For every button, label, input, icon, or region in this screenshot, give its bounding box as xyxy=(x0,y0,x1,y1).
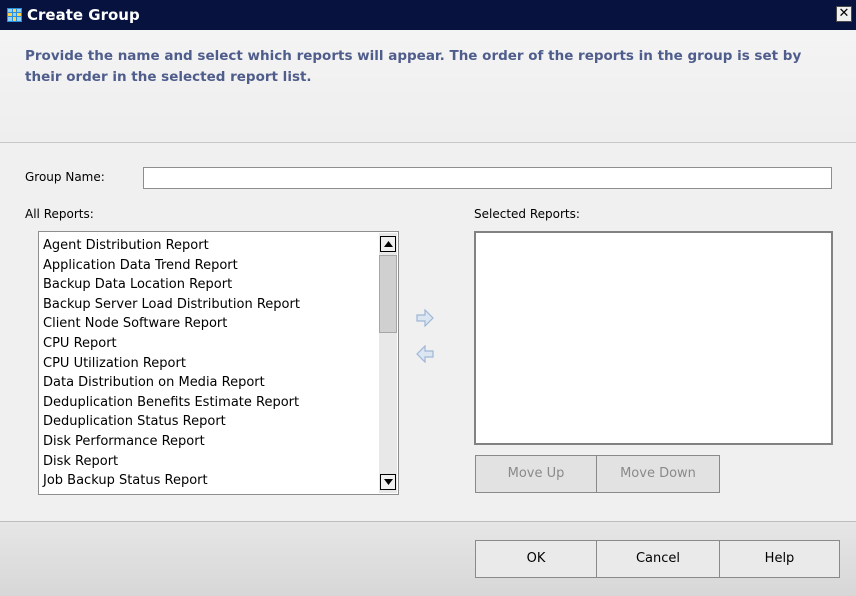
close-button[interactable]: ✕ xyxy=(836,6,852,22)
scroll-down-icon[interactable] xyxy=(380,474,396,490)
list-item[interactable]: Data Distribution on Media Report xyxy=(43,373,378,393)
create-group-dialog: Create Group ✕ Provide the name and sele… xyxy=(0,0,856,596)
list-item[interactable]: Job Backup Status Report xyxy=(43,471,378,491)
list-item[interactable]: Disk Performance Report xyxy=(43,432,378,452)
list-item[interactable]: CPU Utilization Report xyxy=(43,354,378,374)
selected-reports-label: Selected Reports: xyxy=(474,207,580,221)
selected-reports-list[interactable] xyxy=(474,231,833,445)
list-item[interactable]: Agent Distribution Report xyxy=(43,236,378,256)
scroll-thumb[interactable] xyxy=(379,255,397,333)
cancel-button[interactable]: Cancel xyxy=(596,540,720,578)
group-name-label: Group Name: xyxy=(25,170,105,184)
all-reports-scrollbar[interactable] xyxy=(379,233,397,493)
list-item[interactable]: Disk Report xyxy=(43,452,378,472)
grid-app-icon xyxy=(7,8,22,22)
help-button[interactable]: Help xyxy=(719,540,840,578)
ok-button[interactable]: OK xyxy=(475,540,597,578)
title-bar: Create Group ✕ xyxy=(0,0,856,30)
list-item[interactable]: Backup Data Location Report xyxy=(43,275,378,295)
dialog-title: Create Group xyxy=(27,6,140,24)
list-item[interactable]: Application Data Trend Report xyxy=(43,256,378,276)
group-name-input[interactable] xyxy=(143,167,832,189)
scroll-up-icon[interactable] xyxy=(380,236,396,252)
list-item[interactable]: CPU Report xyxy=(43,334,378,354)
left-arrow-icon[interactable] xyxy=(415,345,435,363)
list-item[interactable]: Client Node Software Report xyxy=(43,314,378,334)
move-down-button[interactable]: Move Down xyxy=(596,455,720,493)
all-reports-list[interactable]: Agent Distribution Report Application Dat… xyxy=(38,231,399,495)
right-arrow-icon[interactable] xyxy=(415,309,435,327)
list-item[interactable]: Deduplication Benefits Estimate Report xyxy=(43,393,378,413)
list-item[interactable]: Backup Server Load Distribution Report xyxy=(43,295,378,315)
instruction-text: Provide the name and select which report… xyxy=(25,48,802,85)
list-item[interactable]: Deduplication Status Report xyxy=(43,412,378,432)
move-up-button[interactable]: Move Up xyxy=(475,455,597,493)
all-reports-label: All Reports: xyxy=(25,207,94,221)
